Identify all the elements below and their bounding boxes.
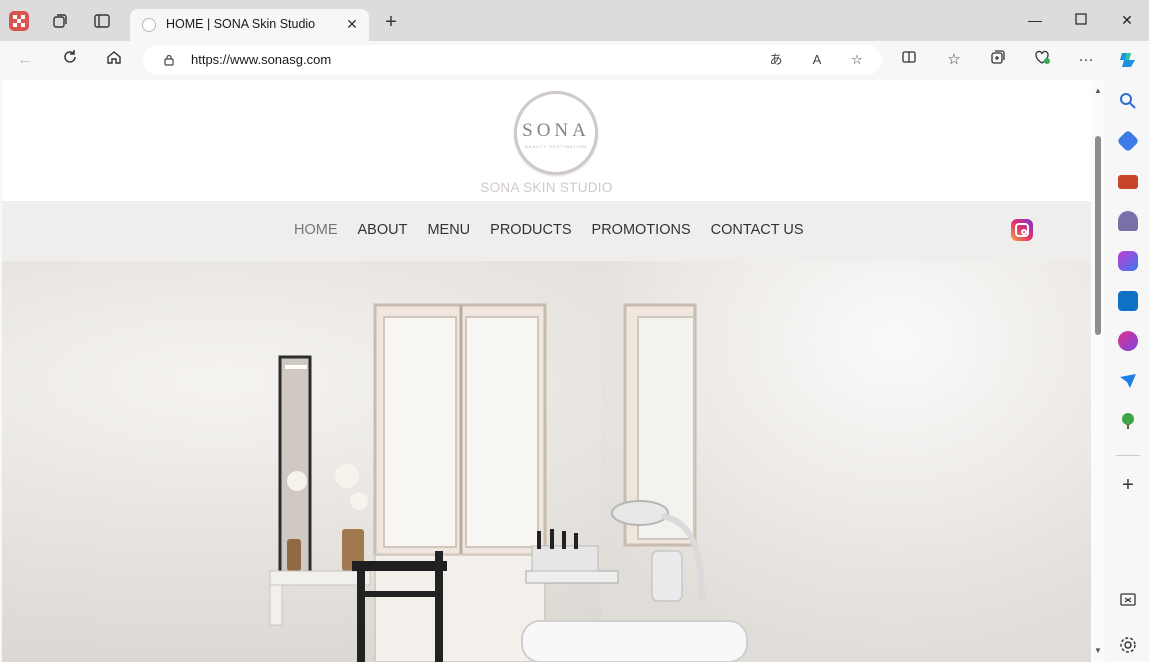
menu-home[interactable]: HOME: [294, 222, 338, 238]
read-aloud-icon[interactable]: A: [806, 50, 828, 70]
favorites-icon[interactable]: ☆: [942, 49, 966, 71]
site-favicon-icon: [142, 18, 156, 32]
collections-icon[interactable]: [986, 49, 1010, 71]
refresh-icon[interactable]: [58, 49, 82, 71]
sidebar-divider: [1116, 455, 1140, 456]
tab-actions-icon[interactable]: [91, 10, 113, 32]
tools-icon[interactable]: [1118, 175, 1138, 189]
scroll-up-icon[interactable]: ▲: [1093, 86, 1103, 96]
add-icon[interactable]: +: [1118, 475, 1138, 495]
address-bar[interactable]: https://www.sonasg.com あ A ☆: [143, 45, 882, 75]
instagram-icon[interactable]: [1011, 219, 1033, 241]
site-navigation: HOME ABOUT MENU PRODUCTS PROMOTIONS CONT…: [2, 201, 1091, 261]
back-icon[interactable]: ←: [13, 49, 37, 71]
scroll-thumb[interactable]: [1095, 136, 1101, 335]
url-text[interactable]: https://www.sonasg.com: [191, 52, 331, 67]
workspaces-icon[interactable]: [49, 10, 71, 32]
tree-icon[interactable]: [1118, 411, 1138, 431]
split-screen-icon[interactable]: [897, 49, 921, 71]
office-icon[interactable]: [1118, 251, 1138, 271]
profile-icon[interactable]: [8, 10, 30, 32]
menu-contact-us[interactable]: CONTACT US: [711, 222, 804, 238]
copilot-icon[interactable]: [1116, 49, 1140, 71]
menu-products[interactable]: PRODUCTS: [490, 222, 571, 238]
active-tab[interactable]: HOME | SONA Skin Studio ✕: [130, 9, 369, 41]
menu-promotions[interactable]: PROMOTIONS: [592, 222, 691, 238]
shopping-icon[interactable]: [1116, 129, 1140, 153]
logo-subtitle: BEAUTY DESTINATION: [525, 144, 587, 149]
page-scrollbar[interactable]: ▲ ▼: [1091, 80, 1105, 662]
site-name: SONA SKIN STUDIO: [480, 180, 613, 195]
page-viewport: SONA BEAUTY DESTINATION SONA SKIN STUDIO…: [2, 80, 1091, 662]
minimize-button[interactable]: —: [1023, 8, 1047, 32]
maximize-button[interactable]: [1069, 8, 1093, 32]
screenshot-icon[interactable]: [1118, 590, 1138, 610]
games-icon[interactable]: [1118, 211, 1138, 231]
scroll-down-icon[interactable]: ▼: [1093, 646, 1103, 656]
home-icon[interactable]: [102, 49, 126, 71]
edge-sidebar: +: [1107, 79, 1149, 662]
designer-icon[interactable]: [1118, 331, 1138, 351]
hero-image: [2, 261, 1091, 662]
tab-title: HOME | SONA Skin Studio: [166, 17, 316, 31]
send-icon[interactable]: [1118, 371, 1138, 391]
more-icon[interactable]: ···: [1074, 49, 1098, 71]
lock-icon[interactable]: [163, 53, 175, 66]
browser-essentials-icon[interactable]: [1030, 49, 1054, 71]
logo-text: SONA: [522, 120, 590, 141]
menu-menu[interactable]: MENU: [427, 222, 470, 238]
search-icon[interactable]: [1118, 91, 1138, 111]
settings-icon[interactable]: [1118, 635, 1138, 655]
new-tab-button[interactable]: +: [380, 12, 402, 34]
outlook-icon[interactable]: [1118, 291, 1138, 311]
tab-close-button[interactable]: ✕: [343, 15, 361, 33]
menu-about[interactable]: ABOUT: [358, 222, 408, 238]
browser-toolbar: ← https://www.sonasg.com あ A ☆ ☆ ···: [0, 41, 1149, 79]
translate-icon[interactable]: あ: [765, 50, 787, 70]
sona-logo[interactable]: SONA BEAUTY DESTINATION: [514, 91, 598, 175]
favorite-star-icon[interactable]: ☆: [846, 50, 868, 70]
main-menu: HOME ABOUT MENU PRODUCTS PROMOTIONS CONT…: [294, 222, 804, 238]
browser-titlebar: HOME | SONA Skin Studio ✕ + — ✕: [0, 0, 1149, 41]
close-window-button[interactable]: ✕: [1115, 8, 1139, 32]
